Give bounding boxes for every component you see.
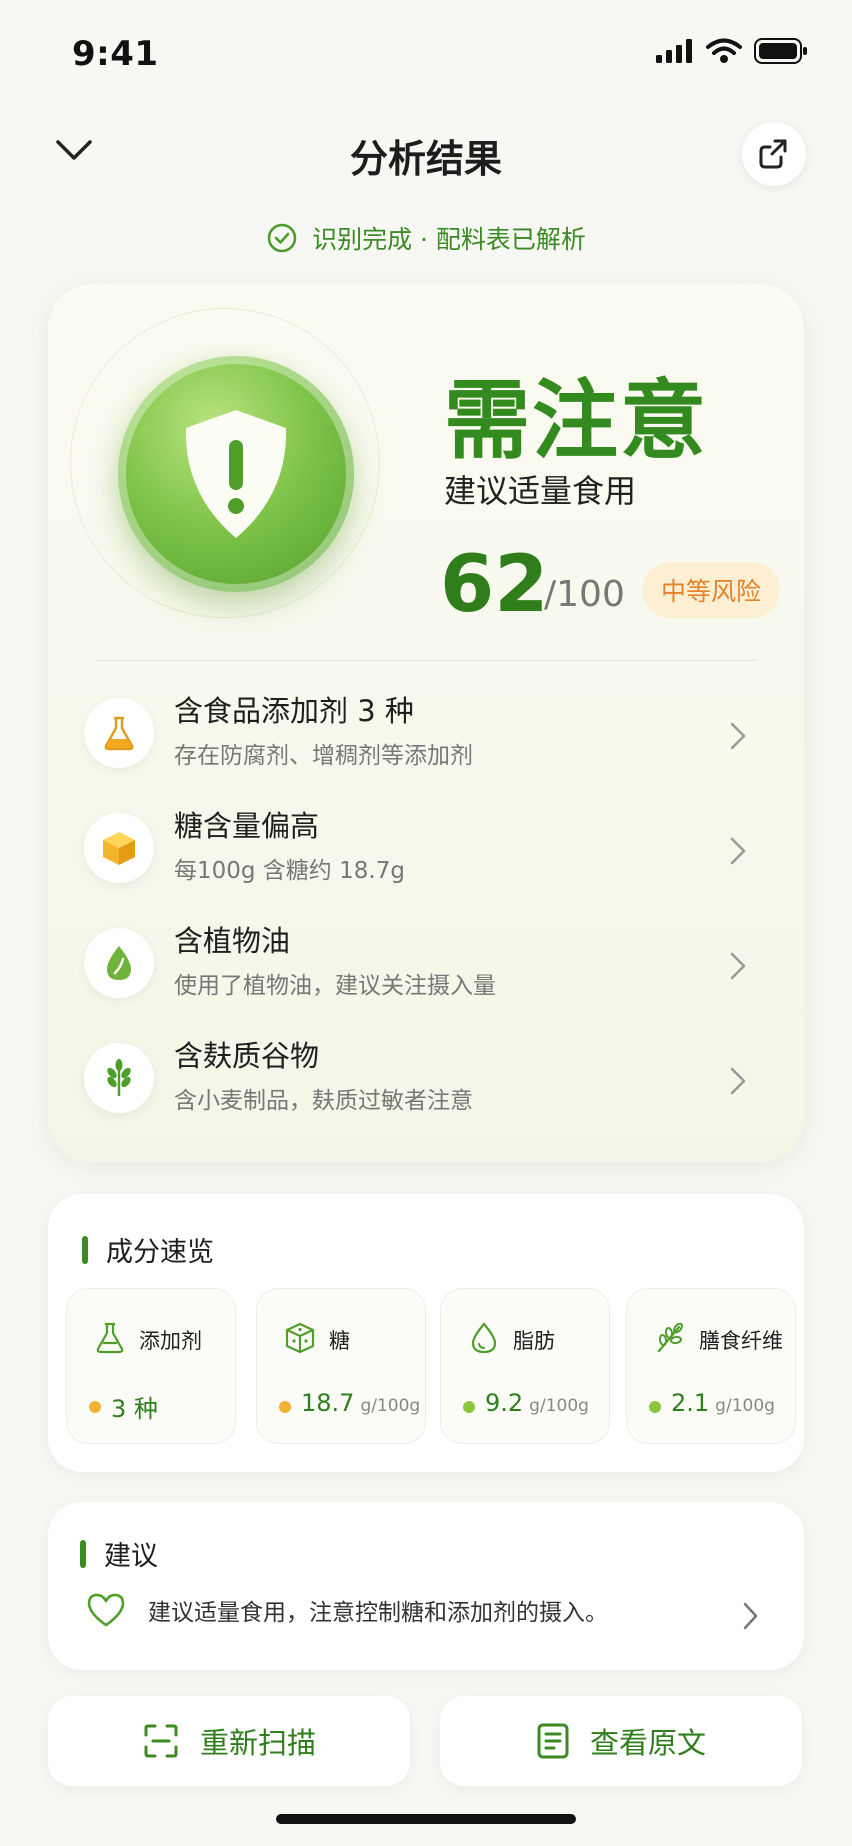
status-dot: [649, 1401, 661, 1413]
risk-desc: 含小麦制品，麸质过敏者注意: [174, 1088, 473, 1114]
share-button[interactable]: [742, 122, 806, 186]
verdict-title: 需注意: [444, 371, 708, 471]
status-dot: [463, 1401, 475, 1413]
check-circle-icon: [267, 223, 297, 253]
risk-title: 含植物油: [174, 924, 291, 958]
ingredient-name: 膳食纤维: [699, 1329, 783, 1353]
risk-desc: 存在防腐剂、增稠剂等添加剂: [174, 743, 473, 769]
battery-icon: [754, 38, 807, 64]
chevron-right-icon: [730, 1067, 746, 1095]
ingredient-name: 脂肪: [513, 1329, 555, 1353]
risk-desc: 每100g 含糖约 18.7g: [174, 858, 405, 884]
ingredient-tile-sugar[interactable]: 糖 18.7 g/100g: [256, 1288, 426, 1444]
shield-alert-icon: [185, 410, 287, 538]
home-indicator[interactable]: [276, 1814, 576, 1824]
risk-item-additives[interactable]: 含食品添加剂 3 种 存在防腐剂、增稠剂等添加剂: [84, 688, 764, 788]
ingredient-tile-fiber[interactable]: 膳食纤维 2.1 g/100g: [626, 1288, 796, 1444]
view-original-label: 查看原文: [589, 1726, 706, 1760]
chevron-right-icon[interactable]: [740, 1598, 762, 1634]
risk-item-oil[interactable]: 含植物油 使用了植物油，建议关注摄入量: [84, 918, 764, 1018]
chevron-right-icon: [730, 837, 746, 865]
sugar-cube-icon: [285, 1322, 315, 1354]
page-title: 分析结果: [349, 137, 502, 181]
status-dot: [279, 1401, 291, 1413]
ingredient-name: 添加剂: [139, 1329, 202, 1353]
ingredients-title: 成分速览: [106, 1237, 214, 1268]
risk-title: 含食品添加剂 3 种: [174, 694, 414, 728]
status-time: 9:41: [72, 34, 159, 74]
risk-item-gluten[interactable]: 含麸质谷物 含小麦制品，麸质过敏者注意: [84, 1033, 764, 1133]
recognition-text: 识别完成 · 配料表已解析: [312, 225, 586, 254]
rescan-label: 重新扫描: [199, 1726, 316, 1760]
status-icons: [656, 38, 808, 64]
wheat-icon: [84, 1043, 154, 1113]
advice-row[interactable]: 建议适量食用，注意控制糖和添加剂的摄入。: [86, 1592, 608, 1628]
chevron-right-icon: [730, 722, 746, 750]
ingredients-header: 成分速览: [82, 1230, 214, 1269]
risk-title: 糖含量偏高: [174, 809, 320, 843]
flask-icon: [84, 698, 154, 768]
score-max: /100: [544, 574, 625, 615]
ingredient-tile-additives[interactable]: 添加剂 3 种: [66, 1288, 236, 1444]
heart-icon: [87, 1593, 125, 1627]
wifi-icon: [706, 38, 742, 63]
rescan-button[interactable]: 重新扫描: [48, 1696, 410, 1786]
ingredient-value: 9.2 g/100g: [485, 1389, 589, 1417]
risk-level-badge: 中等风险: [642, 562, 780, 618]
ingredient-tile-fat[interactable]: 脂肪 9.2 g/100g: [440, 1288, 610, 1444]
risk-item-sugar[interactable]: 糖含量偏高 每100g 含糖约 18.7g: [84, 803, 764, 903]
verdict-subtitle: 建议适量食用: [444, 472, 637, 510]
recognition-status: 识别完成 · 配料表已解析: [0, 220, 852, 256]
flask-icon: [96, 1322, 124, 1354]
risk-desc: 使用了植物油，建议关注摄入量: [174, 973, 496, 999]
oil-drop-icon: [471, 1322, 497, 1354]
advice-text: 建议适量食用，注意控制糖和添加剂的摄入。: [148, 1600, 608, 1626]
section-accent-bar: [80, 1539, 86, 1568]
sugar-cube-icon: [84, 813, 154, 883]
ingredient-value: 3 种: [111, 1395, 158, 1423]
risk-title: 含麸质谷物: [174, 1039, 320, 1073]
divider: [96, 660, 756, 661]
scan-icon: [144, 1724, 178, 1758]
wheat-icon: [657, 1322, 683, 1353]
score-value: 62: [440, 540, 549, 630]
oil-drop-icon: [84, 928, 154, 998]
chevron-right-icon: [730, 952, 746, 980]
ingredient-value: 2.1 g/100g: [671, 1389, 775, 1417]
section-accent-bar: [82, 1235, 88, 1264]
advice-header: 建议: [80, 1534, 158, 1573]
view-original-button[interactable]: 查看原文: [440, 1696, 802, 1786]
ingredient-value: 18.7 g/100g: [301, 1389, 421, 1417]
document-icon: [537, 1723, 569, 1759]
status-dot: [89, 1401, 101, 1413]
share-icon: [759, 139, 787, 169]
advice-card[interactable]: [48, 1502, 804, 1670]
ingredient-name: 糖: [329, 1329, 350, 1353]
cellular-signal-icon: [656, 39, 692, 63]
advice-title: 建议: [104, 1541, 158, 1572]
verdict-badge: [118, 356, 354, 592]
